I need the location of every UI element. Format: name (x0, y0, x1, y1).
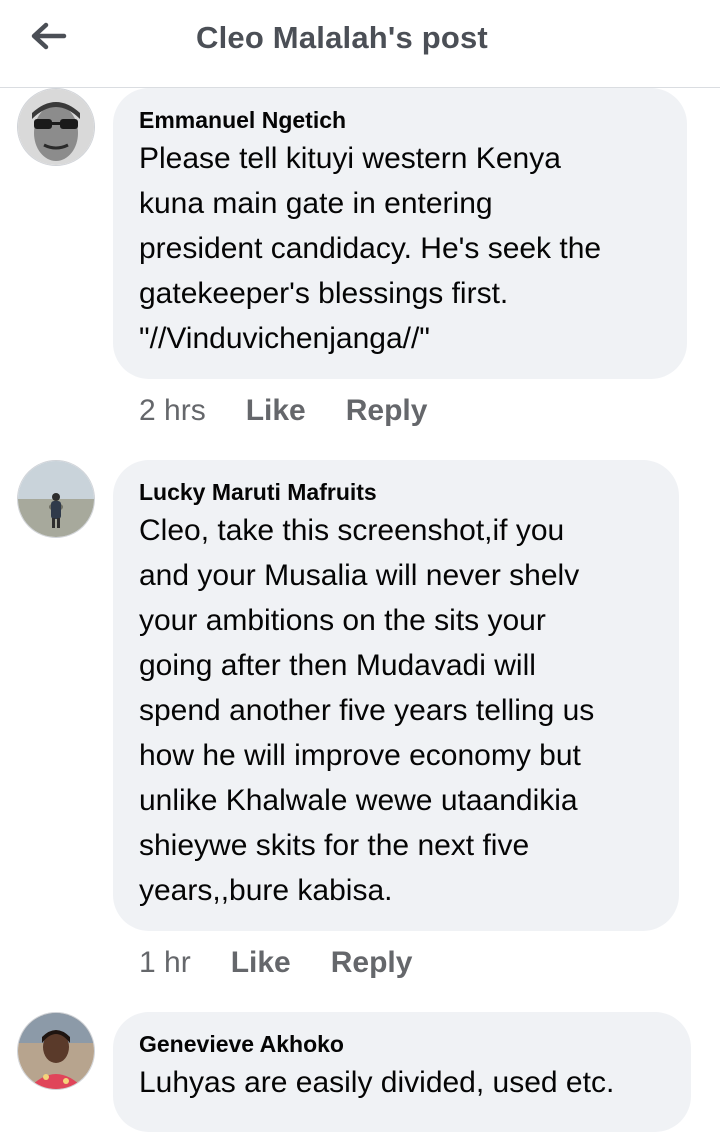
reply-button[interactable]: Reply (331, 946, 413, 980)
comment-text: Luhyas are easily divided, used etc. (139, 1066, 615, 1099)
comment-actions: 1 hr Like Reply (139, 946, 452, 980)
like-button[interactable]: Like (231, 946, 291, 980)
comment-text: Please tell kituyi western Kenya kuna ma… (139, 142, 602, 355)
comment-bubble: Genevieve Akhoko Luhyas are easily divid… (113, 1012, 691, 1132)
comment-time[interactable]: 1 hr (139, 946, 191, 980)
comment-bubble: Emmanuel Ngetich Please tell kituyi west… (113, 88, 687, 379)
comment-author[interactable]: Lucky Maruti Mafruits (139, 478, 653, 506)
avatar-image (18, 1013, 94, 1089)
comment-author[interactable]: Genevieve Akhoko (139, 1030, 665, 1058)
comment-bubble: Lucky Maruti Mafruits Cleo, take this sc… (113, 460, 679, 931)
back-button[interactable] (22, 14, 74, 58)
back-arrow-icon (31, 22, 67, 50)
comment-author[interactable]: Emmanuel Ngetich (139, 106, 661, 134)
comment-time[interactable]: 2 hrs (139, 394, 206, 428)
page-title: Cleo Malalah's post (196, 20, 488, 55)
avatar[interactable] (17, 1012, 95, 1090)
avatar[interactable] (17, 88, 95, 166)
avatar[interactable] (17, 460, 95, 538)
comment-text: Cleo, take this screenshot,if you and yo… (139, 514, 595, 907)
avatar-image (18, 89, 94, 165)
top-bar: Cleo Malalah's post (0, 0, 720, 88)
comment-actions: 2 hrs Like Reply (139, 394, 467, 428)
like-button[interactable]: Like (246, 394, 306, 428)
reply-button[interactable]: Reply (346, 394, 428, 428)
avatar-image (18, 461, 94, 537)
